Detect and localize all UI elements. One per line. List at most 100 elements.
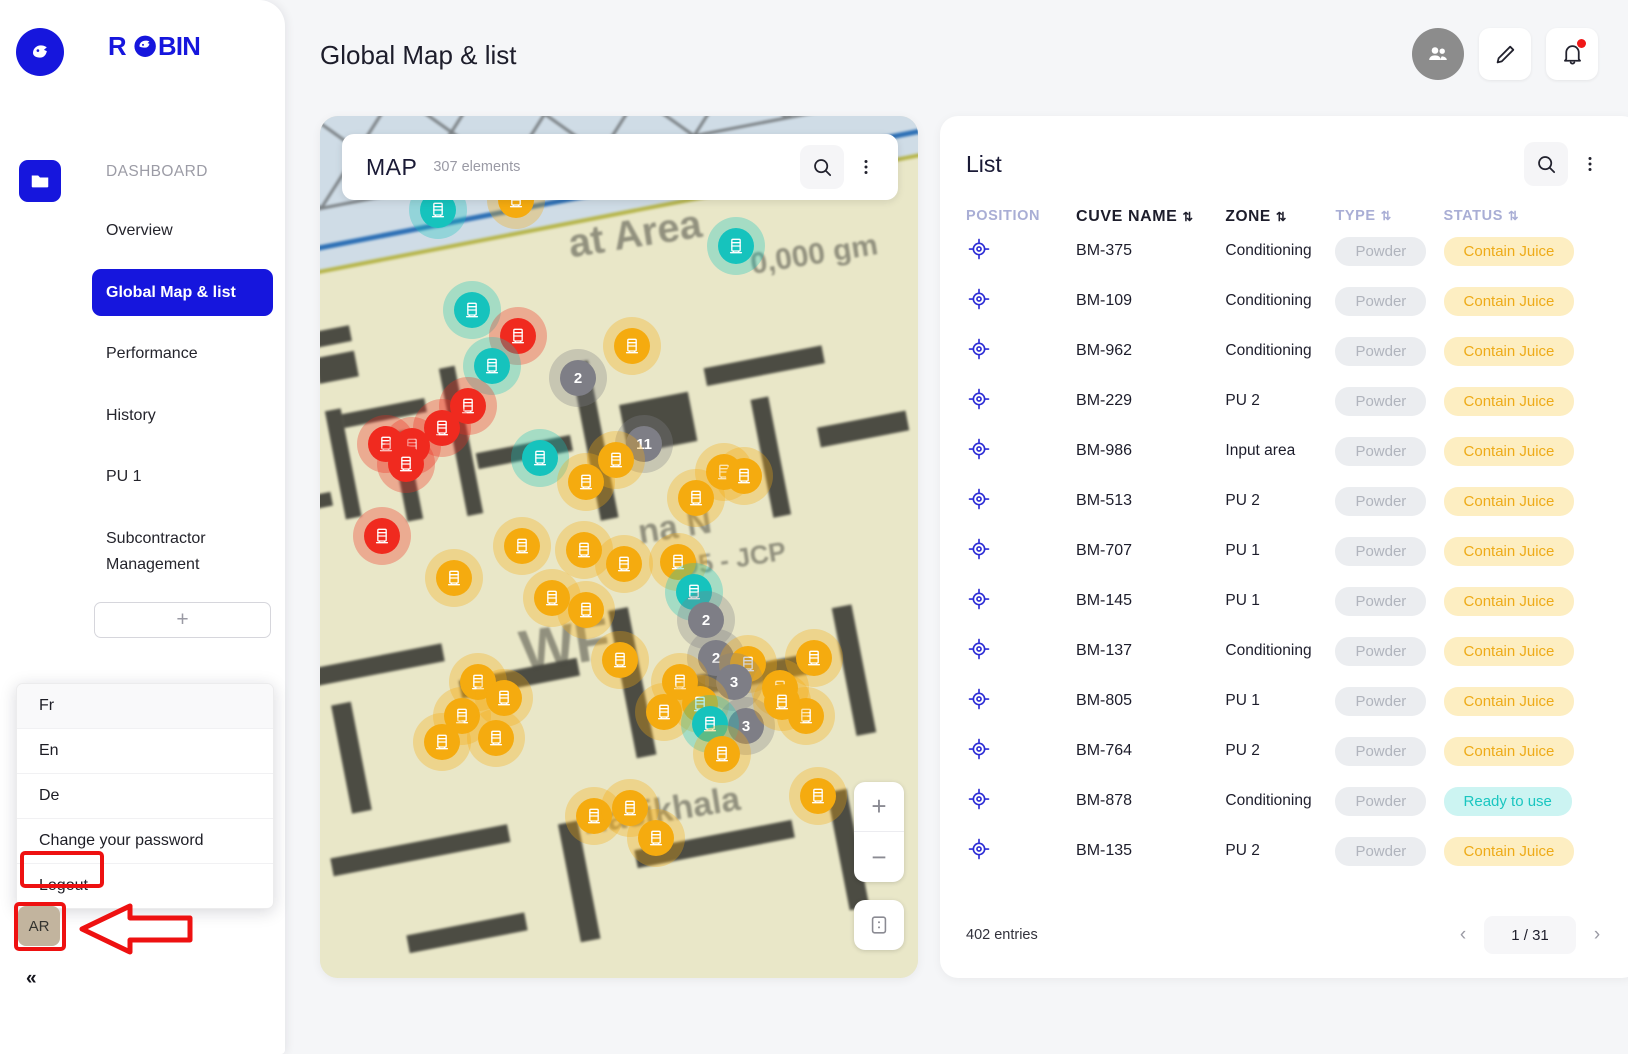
table-row[interactable]: BM-145 PU 1 Powder Contain Juice bbox=[966, 576, 1628, 626]
status-badge: Contain Juice bbox=[1443, 686, 1575, 716]
crosshair-icon[interactable] bbox=[966, 586, 1076, 617]
crosshair-icon[interactable] bbox=[966, 786, 1076, 817]
map-zoom-in-button[interactable]: + bbox=[854, 782, 904, 832]
table-row[interactable]: BM-805 PU 1 Powder Contain Juice bbox=[966, 676, 1628, 726]
table-row[interactable]: BM-962 Conditioning Powder Contain Juice bbox=[966, 326, 1628, 376]
crosshair-icon[interactable] bbox=[966, 636, 1076, 667]
table-row[interactable]: BM-137 Conditioning Powder Contain Juice bbox=[966, 626, 1628, 676]
map-cuve-marker-orange[interactable] bbox=[603, 317, 661, 375]
crosshair-icon[interactable] bbox=[966, 336, 1076, 367]
map-cuve-marker-red[interactable] bbox=[353, 507, 411, 565]
cell-type: Powder bbox=[1335, 586, 1443, 616]
map-cuve-marker-teal[interactable] bbox=[707, 217, 765, 275]
page-indicator[interactable]: 1 / 31 bbox=[1484, 916, 1576, 954]
chevron-right-icon[interactable]: › bbox=[1582, 918, 1612, 952]
user-menu-popup: Fr En De Change your password Logout bbox=[16, 683, 274, 909]
cell-status: Contain Juice bbox=[1443, 836, 1628, 866]
table-row[interactable]: BM-229 PU 2 Powder Contain Juice bbox=[966, 376, 1628, 426]
map-cuve-marker-orange[interactable] bbox=[557, 453, 615, 511]
map-cuve-marker-orange[interactable] bbox=[591, 631, 649, 689]
menu-item-en[interactable]: En bbox=[17, 729, 273, 774]
map-cuve-marker-red[interactable] bbox=[377, 435, 435, 493]
map-cuve-marker-orange[interactable] bbox=[693, 725, 751, 783]
map-cuve-marker-teal[interactable] bbox=[511, 429, 569, 487]
crosshair-icon[interactable] bbox=[966, 486, 1076, 517]
people-icon[interactable] bbox=[1412, 28, 1464, 80]
column-header-position[interactable]: POSITION bbox=[966, 208, 1076, 226]
cell-type: Powder bbox=[1335, 636, 1443, 666]
map-cuve-marker-orange[interactable] bbox=[557, 581, 615, 639]
sidebar-item-history[interactable]: History bbox=[92, 392, 273, 440]
cell-cuve-name: BM-135 bbox=[1076, 842, 1133, 859]
menu-item-de[interactable]: De bbox=[17, 774, 273, 819]
map-cuve-marker-orange[interactable] bbox=[627, 809, 685, 867]
info-icon[interactable] bbox=[854, 900, 904, 950]
table-row[interactable]: BM-513 PU 2 Powder Contain Juice bbox=[966, 476, 1628, 526]
column-header-cuve-name[interactable]: CUVE NAME ⇅ bbox=[1076, 208, 1225, 226]
list-search-icon[interactable] bbox=[1524, 142, 1568, 186]
map-more-icon[interactable] bbox=[844, 145, 888, 189]
cell-zone: PU 1 bbox=[1225, 692, 1260, 709]
crosshair-icon[interactable] bbox=[966, 736, 1076, 767]
sidebar-item-pu1[interactable]: PU 1 bbox=[92, 453, 273, 501]
menu-item-change-password[interactable]: Change your password bbox=[17, 819, 273, 864]
table-row[interactable]: BM-764 PU 2 Powder Contain Juice bbox=[966, 726, 1628, 776]
map-cuve-marker-orange[interactable] bbox=[789, 767, 847, 825]
robin-bird-icon[interactable] bbox=[16, 28, 64, 76]
pencil-icon[interactable] bbox=[1479, 28, 1531, 80]
crosshair-icon[interactable] bbox=[966, 286, 1076, 317]
status-badge: Contain Juice bbox=[1443, 736, 1575, 766]
cell-cuve-name: BM-229 bbox=[1076, 392, 1133, 409]
crosshair-icon[interactable] bbox=[966, 536, 1076, 567]
map-cuve-marker-orange[interactable] bbox=[635, 683, 693, 741]
map-zoom-out-button[interactable]: − bbox=[854, 832, 904, 882]
cell-status: Contain Juice bbox=[1443, 486, 1628, 516]
list-footer: 402 entries ‹ 1 / 31 › bbox=[940, 892, 1628, 978]
crosshair-icon[interactable] bbox=[966, 236, 1076, 267]
app-root: R BIN DASHBOARD Overview Global Map & li… bbox=[0, 0, 1628, 1054]
chevron-double-left-icon[interactable]: « bbox=[26, 968, 36, 990]
table-row[interactable]: BM-109 Conditioning Powder Contain Juice bbox=[966, 276, 1628, 326]
map-cuve-marker-teal[interactable] bbox=[443, 281, 501, 339]
list-more-icon[interactable] bbox=[1568, 142, 1612, 186]
crosshair-icon[interactable] bbox=[966, 686, 1076, 717]
table-row[interactable]: BM-375 Conditioning Powder Contain Juice bbox=[966, 226, 1628, 276]
cell-zone: PU 2 bbox=[1225, 742, 1260, 759]
chevron-left-icon[interactable]: ‹ bbox=[1448, 918, 1478, 952]
map-search-icon[interactable] bbox=[800, 145, 844, 189]
map-cuve-marker-orange[interactable] bbox=[667, 469, 725, 527]
map-cuve-marker-orange[interactable] bbox=[753, 673, 811, 731]
map-cuve-marker-orange[interactable] bbox=[467, 709, 525, 767]
map-canvas[interactable]: at Area0,000 gmWFna NQ5 - JCPHasikhala 2… bbox=[320, 116, 918, 978]
menu-item-fr[interactable]: Fr bbox=[17, 684, 273, 729]
sidebar-item-overview[interactable]: Overview bbox=[92, 207, 273, 255]
map-cluster-marker[interactable]: 2 bbox=[549, 349, 607, 407]
crosshair-icon[interactable] bbox=[966, 836, 1076, 867]
crosshair-icon[interactable] bbox=[966, 436, 1076, 467]
sidebar-item-global-map-list[interactable]: Global Map & list bbox=[92, 268, 273, 317]
column-header-type[interactable]: TYPE ⇅ bbox=[1335, 208, 1443, 226]
table-row[interactable]: BM-986 Input area Powder Contain Juice bbox=[966, 426, 1628, 476]
table-row[interactable]: BM-878 Conditioning Powder Ready to use bbox=[966, 776, 1628, 826]
column-header-zone[interactable]: ZONE ⇅ bbox=[1225, 208, 1335, 226]
table-row[interactable]: BM-707 PU 1 Powder Contain Juice bbox=[966, 526, 1628, 576]
folder-icon[interactable] bbox=[19, 160, 61, 202]
add-dashboard-button[interactable]: + bbox=[94, 602, 271, 639]
map-cuve-marker-orange[interactable] bbox=[425, 549, 483, 607]
column-header-status[interactable]: STATUS ⇅ bbox=[1444, 208, 1628, 226]
avatar[interactable]: AR bbox=[18, 906, 60, 946]
table-row[interactable]: BM-135 PU 2 Powder Contain Juice bbox=[966, 826, 1628, 876]
bell-icon[interactable] bbox=[1546, 28, 1598, 80]
map-cuve-marker-orange[interactable] bbox=[595, 535, 653, 593]
menu-item-logout[interactable]: Logout bbox=[17, 864, 273, 908]
sidebar-item-subcontractor-management[interactable]: Subcontractor Management bbox=[92, 515, 232, 588]
map-cuve-marker-orange[interactable] bbox=[413, 713, 471, 771]
sidebar-item-performance[interactable]: Performance bbox=[92, 330, 273, 378]
status-badge: Contain Juice bbox=[1443, 236, 1575, 266]
cell-type: Powder bbox=[1335, 786, 1443, 816]
cell-cuve-name: BM-878 bbox=[1076, 792, 1133, 809]
map-cuve-marker-orange[interactable] bbox=[493, 517, 551, 575]
crosshair-icon[interactable] bbox=[966, 386, 1076, 417]
cell-type: Powder bbox=[1335, 686, 1443, 716]
map-cuve-marker-orange[interactable] bbox=[715, 447, 773, 505]
